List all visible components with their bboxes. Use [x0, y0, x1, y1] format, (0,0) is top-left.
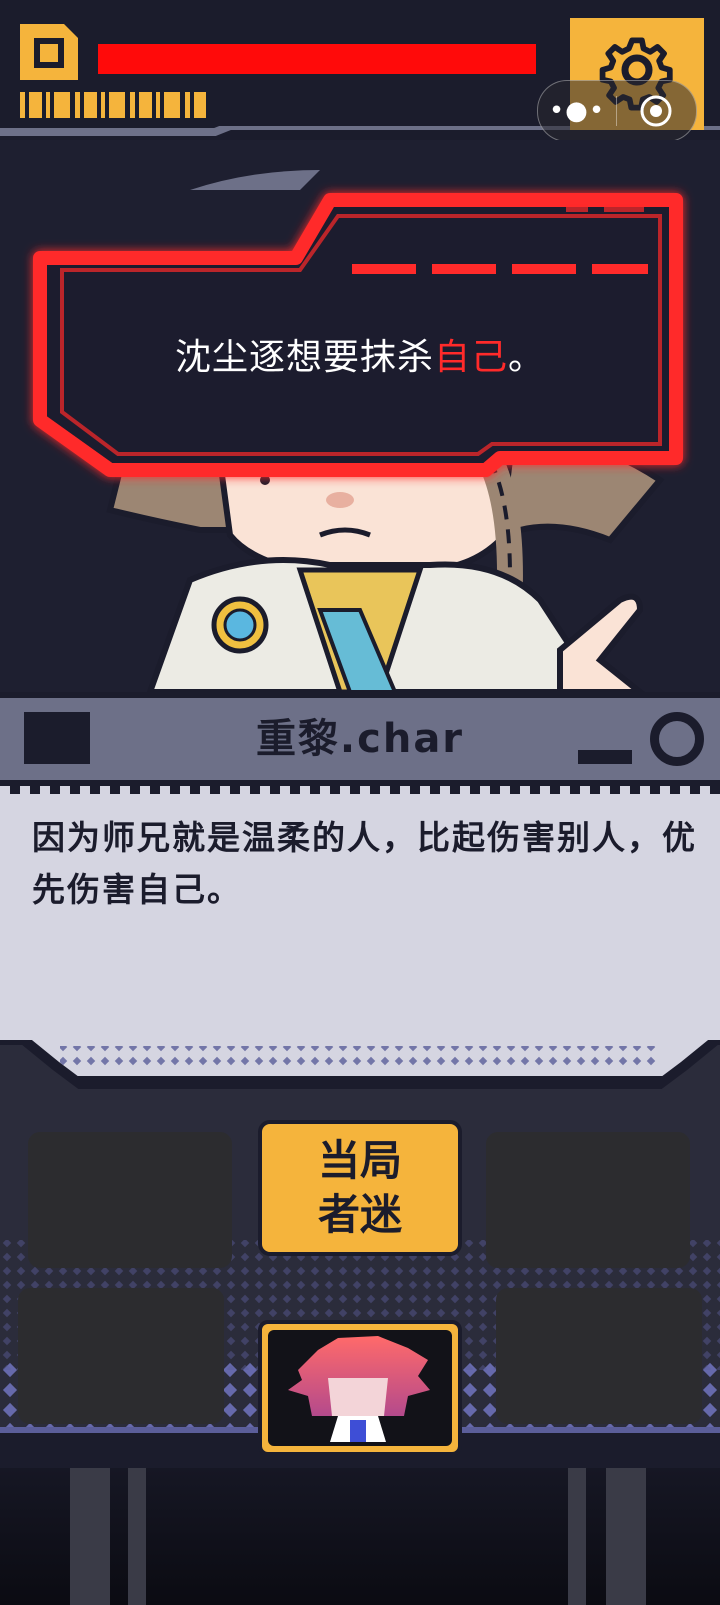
empty-slot-2[interactable]: [486, 1132, 690, 1268]
dialogue-text: 因为师兄就是温柔的人，比起伤害别人，优先伤害自己。: [32, 818, 697, 909]
game-screen: •●• 沈尘逐想要抹杀自己。 重黎.char 因为师兄就是温柔的人，比起伤害别人…: [0, 0, 720, 1605]
namebar-dash-decoration: [578, 750, 632, 764]
namebar-ring-decoration: [650, 712, 704, 766]
deduce-card-button[interactable]: 当局者迷: [258, 1120, 462, 1256]
alert-text-before: 沈尘逐想要抹杀: [174, 337, 434, 378]
speaker-namebar: 重黎.char: [0, 698, 720, 780]
deduce-card-label: 当局者迷: [317, 1136, 402, 1239]
alert-text-highlight: 自己: [433, 337, 508, 378]
portrait-frame: [268, 1330, 452, 1446]
support-pillar-3: [568, 1468, 586, 1605]
empty-slot-4[interactable]: [496, 1288, 702, 1424]
alert-frame: [33, 193, 683, 477]
speaker-name: 重黎.char: [255, 716, 465, 762]
support-pillar-2: [128, 1468, 146, 1605]
empty-slot-1[interactable]: [28, 1132, 232, 1268]
alert-text-after: 。: [508, 337, 546, 378]
menu-square-icon[interactable]: [20, 23, 79, 80]
hud-barcode-decoration: [20, 92, 206, 118]
character-avatar: [288, 1336, 430, 1442]
dialogue-zigzag-edge: [0, 786, 720, 794]
empty-slot-3[interactable]: [18, 1288, 224, 1424]
support-pillar-1: [70, 1468, 110, 1605]
dialogue-box[interactable]: 因为师兄就是温柔的人，比起伤害别人，优先伤害自己。: [0, 780, 720, 1076]
alert-message: 沈尘逐想要抹杀自己。: [60, 328, 660, 380]
target-close-icon[interactable]: [617, 81, 695, 141]
health-bar: [98, 44, 536, 74]
support-pillar-4: [606, 1468, 646, 1605]
more-dots-icon[interactable]: •●•: [538, 81, 616, 141]
miniprogram-capsule: •●•: [537, 80, 697, 142]
story-scene: 沈尘逐想要抹杀自己。: [0, 140, 720, 692]
character-portrait-button[interactable]: [258, 1320, 462, 1456]
bottom-structure: [0, 1468, 720, 1605]
